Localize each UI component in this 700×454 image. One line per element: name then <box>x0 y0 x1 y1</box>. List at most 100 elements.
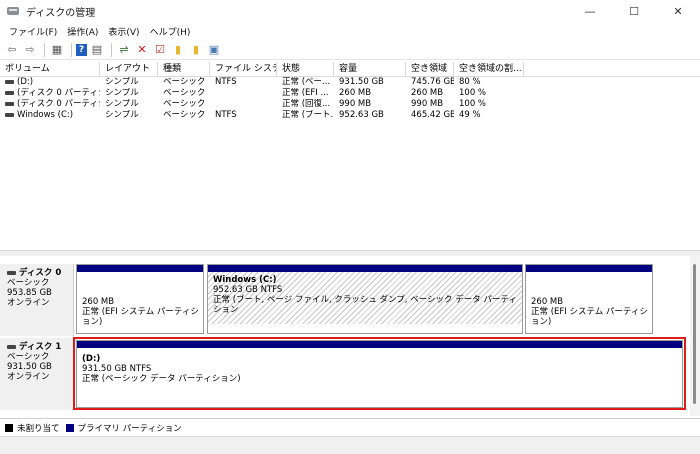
folder-icon[interactable]: ▮ <box>170 42 186 58</box>
menu-bar: ファイル(F) 操作(A) 表示(V) ヘルプ(H) <box>0 22 700 40</box>
table-row[interactable]: Windows (C:) シンプル ベーシック NTFS 正常 (ブート... 952.6… <box>0 110 700 121</box>
partition-status: 正常 (ベーシック データ パーティション) <box>82 374 241 384</box>
delete-icon[interactable]: ✕ <box>134 42 150 58</box>
back-arrow-icon[interactable]: ⇦ <box>4 42 20 58</box>
partition-size: 952.63 GB NTFS <box>213 285 283 295</box>
table-cell: 990 MB <box>411 99 444 109</box>
volume-icon <box>5 79 14 84</box>
volume-list-header: ボリューム レイアウト 種類 ファイル システム 状態 容量 空き領域 空き領域… <box>0 62 700 77</box>
table-cell: 931.50 GB <box>339 77 384 87</box>
menu-action[interactable]: 操作(A) <box>62 25 103 38</box>
maximize-button[interactable]: ☐ <box>612 0 656 22</box>
table-cell: 990 MB <box>339 99 372 109</box>
unallocated-swatch <box>5 423 13 432</box>
table-cell: Windows (C:) <box>0 110 100 121</box>
scrollbar-thumb[interactable] <box>693 264 696 404</box>
column-header-free-space[interactable]: 空き領域 <box>406 62 454 76</box>
disk-management-icon <box>6 4 20 18</box>
table-cell: 100 % <box>459 88 487 98</box>
table-cell: 49 % <box>459 110 481 120</box>
primary-partition-swatch <box>65 423 74 432</box>
disk-icon <box>7 345 16 349</box>
table-cell: 465.42 GB <box>411 110 454 120</box>
disk-name: ディスク 1 <box>19 342 62 352</box>
menu-file[interactable]: ファイル(F) <box>4 25 62 38</box>
volume-name: Windows (C:) <box>17 110 74 120</box>
partition-title: (D:) <box>82 354 101 364</box>
forward-arrow-icon[interactable]: ⇨ <box>22 42 38 58</box>
disk-status: オンライン <box>7 298 50 308</box>
window-icon[interactable]: ▣ <box>206 42 222 58</box>
column-header-type[interactable]: 種類 <box>158 62 210 76</box>
table-cell: ベーシック <box>163 99 206 109</box>
connect-icon[interactable]: ⇌ <box>116 42 132 58</box>
toolbar-separator <box>71 42 72 57</box>
disk-name: ディスク 0 <box>19 268 62 278</box>
check-icon[interactable]: ☑ <box>152 42 168 58</box>
disk-graphical-view: ディスク 0 ベーシック 953.85 GB オンライン 260 MB 正常 (… <box>0 256 690 416</box>
column-header-empty <box>524 62 700 76</box>
table-cell: 260 MB <box>339 88 372 98</box>
table-cell: 100 % <box>459 99 487 109</box>
disk-type: ベーシック <box>7 278 50 288</box>
table-cell: 正常 (ベー... <box>282 77 331 87</box>
table-cell <box>210 99 277 110</box>
toolbar-separator <box>111 42 112 57</box>
table-cell: シンプル <box>105 88 139 98</box>
partition-title: Windows (C:) <box>213 275 277 285</box>
volume-name: (D:) <box>17 77 34 87</box>
table-cell: 80 % <box>459 77 481 87</box>
volume-icon <box>5 90 14 95</box>
partition-size: 260 MB <box>82 297 115 307</box>
volume-name: (ディスク 0 パーティシ... <box>17 99 100 109</box>
table-row[interactable]: (ディスク 0 パーティシ... シンプル ベーシック 正常 (回復... 990 MB… <box>0 99 700 110</box>
partition-status: 正常 (EFI システム パーティション) <box>531 307 648 327</box>
table-cell: シンプル <box>105 99 139 109</box>
legend-unallocated: 未割り当て <box>17 423 60 434</box>
partition-status: 正常 (EFI システム パーティション) <box>82 307 199 327</box>
column-header-layout[interactable]: レイアウト <box>100 62 158 76</box>
partition-efi-2[interactable]: 260 MB 正常 (EFI システム パーティション) <box>525 264 653 334</box>
column-header-volume[interactable]: ボリューム <box>0 62 100 76</box>
table-cell: 正常 (EFI ... <box>282 88 329 98</box>
partition-status: 正常 (ブート, ページ ファイル, クラッシュ ダンプ, ベーシック データ … <box>213 295 517 315</box>
properties-icon[interactable]: ▤ <box>89 42 105 58</box>
partition-d[interactable]: (D:) 931.50 GB NTFS 正常 (ベーシック データ パーティショ… <box>76 340 683 408</box>
title-bar: ディスクの管理 — ☐ ✕ <box>0 0 700 22</box>
menu-view[interactable]: 表示(V) <box>103 25 144 38</box>
menu-help[interactable]: ヘルプ(H) <box>145 25 196 38</box>
column-header-free-percent[interactable]: 空き領域の割... <box>454 62 524 76</box>
partition-efi-1[interactable]: 260 MB 正常 (EFI システム パーティション) <box>76 264 204 334</box>
console-tree-icon[interactable]: ▦ <box>49 42 65 58</box>
table-cell: NTFS <box>215 110 237 120</box>
minimize-button[interactable]: — <box>568 0 612 22</box>
help-icon[interactable]: ? <box>76 43 87 56</box>
vertical-scrollbar[interactable] <box>690 256 700 416</box>
disk-1-label[interactable]: ディスク 1 ベーシック 931.50 GB オンライン <box>0 338 74 410</box>
legend: 未割り当て プライマリ パーティション <box>0 418 700 436</box>
disk-icon <box>7 271 16 275</box>
column-header-status[interactable]: 状態 <box>277 62 334 76</box>
column-header-filesystem[interactable]: ファイル システム <box>210 62 277 76</box>
volume-name: (ディスク 0 パーティシ... <box>17 88 100 98</box>
table-cell: (D:) <box>0 77 100 88</box>
table-cell: ベーシック <box>163 77 206 87</box>
column-header-capacity[interactable]: 容量 <box>334 62 406 76</box>
partition-size: 260 MB <box>531 297 564 307</box>
partition-windows-c[interactable]: Windows (C:) 952.63 GB NTFS 正常 (ブート, ページ… <box>207 264 523 334</box>
toolbar: ⇦ ⇨ ▦? ▤ ⇌ ✕ ☑ ▮ ▮ ▣ <box>0 40 700 60</box>
disk-0-label[interactable]: ディスク 0 ベーシック 953.85 GB オンライン <box>0 264 74 336</box>
legend-primary-partition: プライマリ パーティション <box>77 423 182 434</box>
table-cell <box>210 88 277 99</box>
search-folder-icon[interactable]: ▮ <box>188 42 204 58</box>
table-row[interactable]: (ディスク 0 パーティシ... シンプル ベーシック 正常 (EFI ... 260 … <box>0 88 700 99</box>
toolbar-separator <box>44 42 45 57</box>
partition-size: 931.50 GB NTFS <box>82 364 152 374</box>
table-cell: NTFS <box>215 77 237 87</box>
table-cell: 952.63 GB <box>339 110 384 120</box>
table-cell: 745.76 GB <box>411 77 454 87</box>
close-button[interactable]: ✕ <box>656 0 700 22</box>
table-cell: 260 MB <box>411 88 444 98</box>
table-row[interactable]: (D:) シンプル ベーシック NTFS 正常 (ベー... 931.50 GB 745.7… <box>0 77 700 88</box>
volume-icon <box>5 101 14 106</box>
